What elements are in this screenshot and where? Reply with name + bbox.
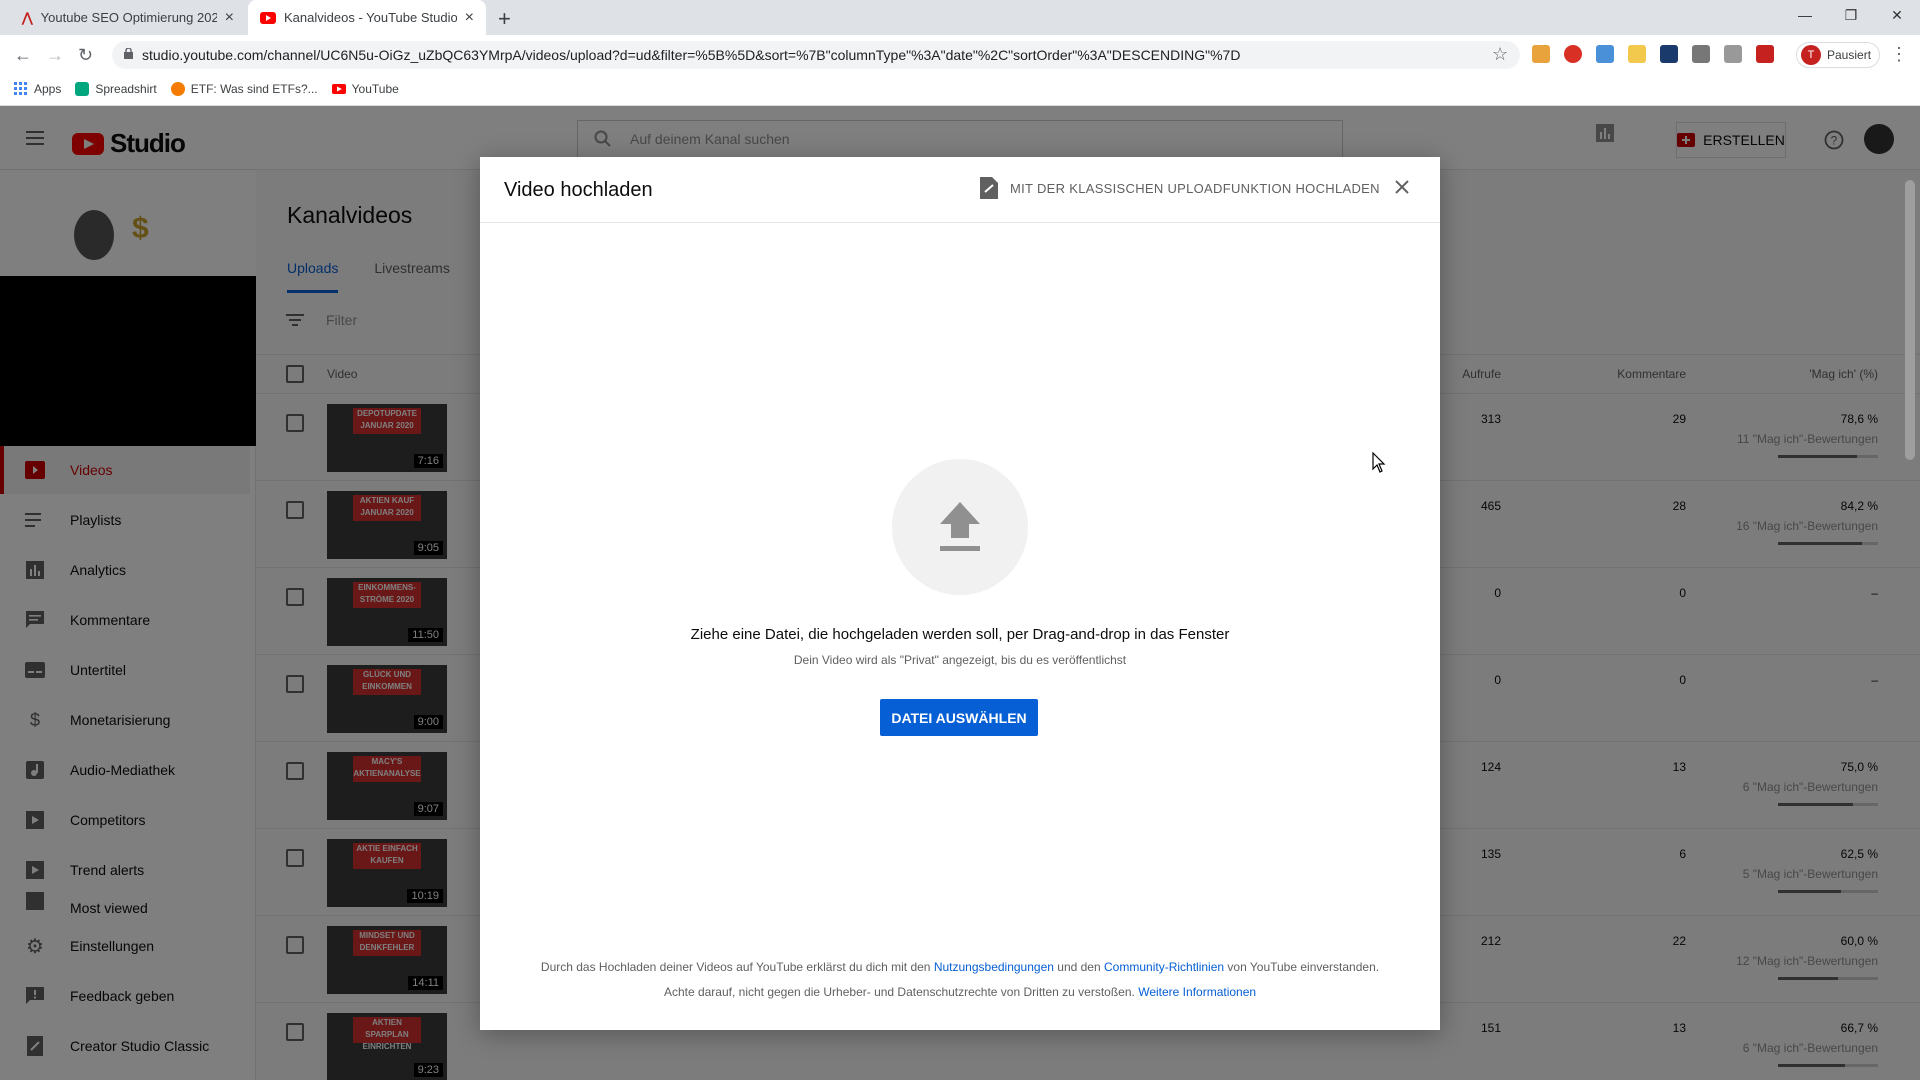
tab-close-icon[interactable]: × — [225, 9, 234, 27]
extension-icon[interactable] — [1724, 45, 1742, 63]
back-icon[interactable]: ← — [14, 45, 32, 66]
browser-tab-active[interactable]: Kanalvideos - YouTube Studio × — [248, 0, 486, 35]
lock-icon — [124, 48, 133, 59]
address-bar[interactable]: studio.youtube.com/channel/UC6N5u-OiGz_u… — [112, 41, 1520, 69]
terms-link[interactable]: Nutzungsbedingungen — [934, 960, 1054, 974]
privacy-note: Dein Video wird als "Privat" angezeigt, … — [793, 653, 1127, 667]
classic-upload-label: MIT DER KLASSISCHEN UPLOADFUNKTION HOCHL… — [1010, 180, 1380, 196]
reload-icon[interactable]: ↻ — [78, 45, 93, 66]
upload-dialog: Video hochladen MIT DER KLASSISCHEN UPLO… — [480, 157, 1440, 1030]
extension-icon[interactable] — [1532, 45, 1550, 63]
tab-title: Youtube SEO Optimierung 2020 — [40, 10, 217, 25]
extension-icon[interactable] — [1564, 45, 1582, 63]
restore-icon[interactable]: ❐ — [1828, 0, 1874, 30]
bookmark-youtube[interactable]: YouTube — [331, 82, 399, 96]
profile-status: Pausiert — [1827, 48, 1872, 62]
minimize-icon[interactable]: — — [1782, 0, 1828, 30]
profile-button[interactable]: T Pausiert — [1796, 42, 1880, 68]
bookmark-apps[interactable]: Apps — [14, 82, 61, 96]
page-scrollbar[interactable] — [1905, 180, 1915, 460]
dialog-title: Video hochladen — [504, 179, 653, 201]
legal-notice: Durch das Hochladen deiner Videos auf Yo… — [540, 960, 1380, 999]
dialog-divider — [480, 222, 1440, 223]
browser-tab[interactable]: ⋀ Youtube SEO Optimierung 2020 × — [10, 0, 246, 35]
community-guidelines-link[interactable]: Community-Richtlinien — [1104, 960, 1224, 974]
upload-drop-zone[interactable] — [892, 459, 1028, 595]
select-file-button[interactable]: DATEI AUSWÄHLEN — [880, 699, 1038, 736]
forward-icon[interactable]: → — [46, 45, 64, 66]
bookmark-star-icon[interactable]: ☆ — [1492, 44, 1508, 65]
tab-favicon-icon: ⋀ — [22, 9, 33, 25]
browser-menu-icon[interactable]: ⋮ — [1890, 44, 1908, 65]
extension-icon[interactable] — [1628, 45, 1646, 63]
apps-grid-icon — [14, 82, 28, 96]
youtube-favicon-icon — [260, 11, 276, 24]
close-icon[interactable] — [1394, 179, 1410, 195]
more-info-link[interactable]: Weitere Informationen — [1138, 985, 1256, 999]
tab-title: Kanalvideos - YouTube Studio — [284, 10, 457, 25]
bookmark-spreadshirt[interactable]: Spreadshirt — [75, 82, 157, 96]
drop-instruction: Ziehe eine Datei, die hochgeladen werden… — [690, 626, 1230, 643]
tab-close-icon[interactable]: × — [465, 9, 474, 27]
browser-tab-strip: ⋀ Youtube SEO Optimierung 2020 × Kanalvi… — [0, 0, 1920, 35]
spreadshirt-icon — [75, 82, 90, 96]
etf-icon — [170, 82, 185, 96]
extension-icon[interactable] — [1596, 45, 1614, 63]
adblock-icon[interactable] — [1756, 45, 1774, 63]
classic-upload-link[interactable]: MIT DER KLASSISCHEN UPLOADFUNKTION HOCHL… — [980, 177, 1380, 199]
extension-icon[interactable] — [1692, 45, 1710, 63]
extension-icon[interactable] — [1660, 45, 1678, 63]
youtube-icon — [331, 84, 346, 94]
url-text: studio.youtube.com/channel/UC6N5u-OiGz_u… — [142, 47, 1241, 63]
profile-avatar: T — [1801, 45, 1821, 65]
upload-arrow-icon — [938, 500, 982, 554]
bookmark-etf[interactable]: ETF: Was sind ETFs?... — [170, 82, 318, 96]
new-tab-icon[interactable]: + — [498, 6, 511, 32]
mouse-cursor-icon — [1372, 452, 1386, 474]
classic-upload-icon — [980, 177, 998, 199]
window-close-icon[interactable]: ✕ — [1874, 0, 1920, 30]
bookmarks-bar: Apps Spreadshirt ETF: Was sind ETFs?... … — [0, 73, 1920, 106]
